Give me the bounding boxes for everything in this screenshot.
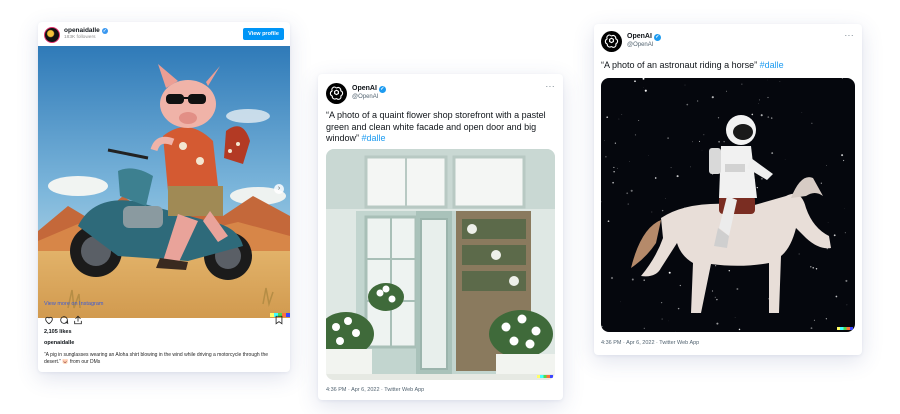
tweet-author-name[interactable]: OpenAI bbox=[627, 33, 652, 40]
view-more-on-instagram-link[interactable]: View more on Instagram bbox=[44, 301, 104, 307]
view-profile-button[interactable]: View profile bbox=[243, 28, 284, 40]
carousel-next-icon[interactable]: › bbox=[274, 184, 284, 194]
more-options-icon[interactable]: ··· bbox=[845, 31, 855, 40]
tweet-timestamp[interactable]: 4:36 PM · Apr 6, 2022 · Twitter Web App bbox=[601, 340, 699, 346]
tweet-card-flower-shop: OpenAI ✓ @OpenAI ··· “A photo of a quaint… bbox=[318, 74, 563, 400]
tweet-author-handle[interactable]: @OpenAI bbox=[627, 42, 653, 48]
openai-logo-icon[interactable] bbox=[601, 31, 622, 52]
instagram-username[interactable]: openaidalle bbox=[64, 27, 100, 34]
tweet-author-name[interactable]: OpenAI bbox=[352, 85, 377, 92]
flower-shop-image[interactable] bbox=[326, 149, 555, 380]
tweet-author-handle[interactable]: @OpenAI bbox=[352, 94, 378, 100]
heart-icon[interactable] bbox=[44, 315, 54, 328]
instagram-action-bar bbox=[44, 315, 286, 327]
verified-badge-icon: ✓ bbox=[378, 86, 386, 93]
avatar[interactable] bbox=[44, 27, 60, 43]
tweet-timestamp[interactable]: 4:36 PM · Apr 6, 2022 · Twitter Web App bbox=[326, 387, 424, 393]
likes-count[interactable]: 2,105 likes bbox=[44, 329, 72, 335]
verified-badge-icon: ✓ bbox=[653, 34, 661, 41]
tweet-author-row[interactable]: OpenAI ✓ bbox=[627, 33, 661, 41]
bookmark-icon[interactable] bbox=[274, 315, 284, 328]
caption-username[interactable]: openaidalle bbox=[44, 340, 74, 346]
dalle-signature-icon bbox=[837, 327, 853, 330]
more-options-icon[interactable]: ··· bbox=[546, 82, 556, 91]
followers-count: 183K followers bbox=[64, 35, 96, 40]
instagram-post-card: openaidalle ✓ 183K followers View profile bbox=[38, 22, 290, 372]
tweet-text: “A photo of an astronaut riding a horse”… bbox=[601, 60, 856, 72]
tweet-author-row[interactable]: OpenAI ✓ bbox=[352, 85, 386, 93]
astronaut-horse-image[interactable] bbox=[601, 78, 855, 332]
tweet-card-astronaut: OpenAI ✓ @OpenAI ··· “A photo of an astro… bbox=[594, 24, 862, 355]
post-caption: “A pig in sunglasses wearing an Aloha sh… bbox=[44, 352, 269, 365]
hashtag-link[interactable]: #dalle bbox=[760, 60, 784, 70]
tweet-body: “A photo of an astronaut riding a horse” bbox=[601, 60, 758, 70]
tweet-text: “A photo of a quaint flower shop storefr… bbox=[326, 110, 558, 145]
tweet-body: “A photo of a quaint flower shop storefr… bbox=[326, 110, 546, 143]
share-icon[interactable] bbox=[73, 315, 83, 328]
comment-icon[interactable] bbox=[59, 315, 69, 328]
hashtag-link[interactable]: #dalle bbox=[362, 133, 386, 143]
instagram-post-header: openaidalle ✓ 183K followers View profile bbox=[38, 22, 290, 46]
verified-badge-icon: ✓ bbox=[101, 28, 108, 34]
pig-motorcycle-image[interactable]: › bbox=[38, 46, 290, 318]
instagram-username-row[interactable]: openaidalle ✓ bbox=[64, 27, 108, 34]
openai-logo-icon[interactable] bbox=[326, 83, 347, 104]
dalle-signature-icon bbox=[537, 375, 553, 378]
